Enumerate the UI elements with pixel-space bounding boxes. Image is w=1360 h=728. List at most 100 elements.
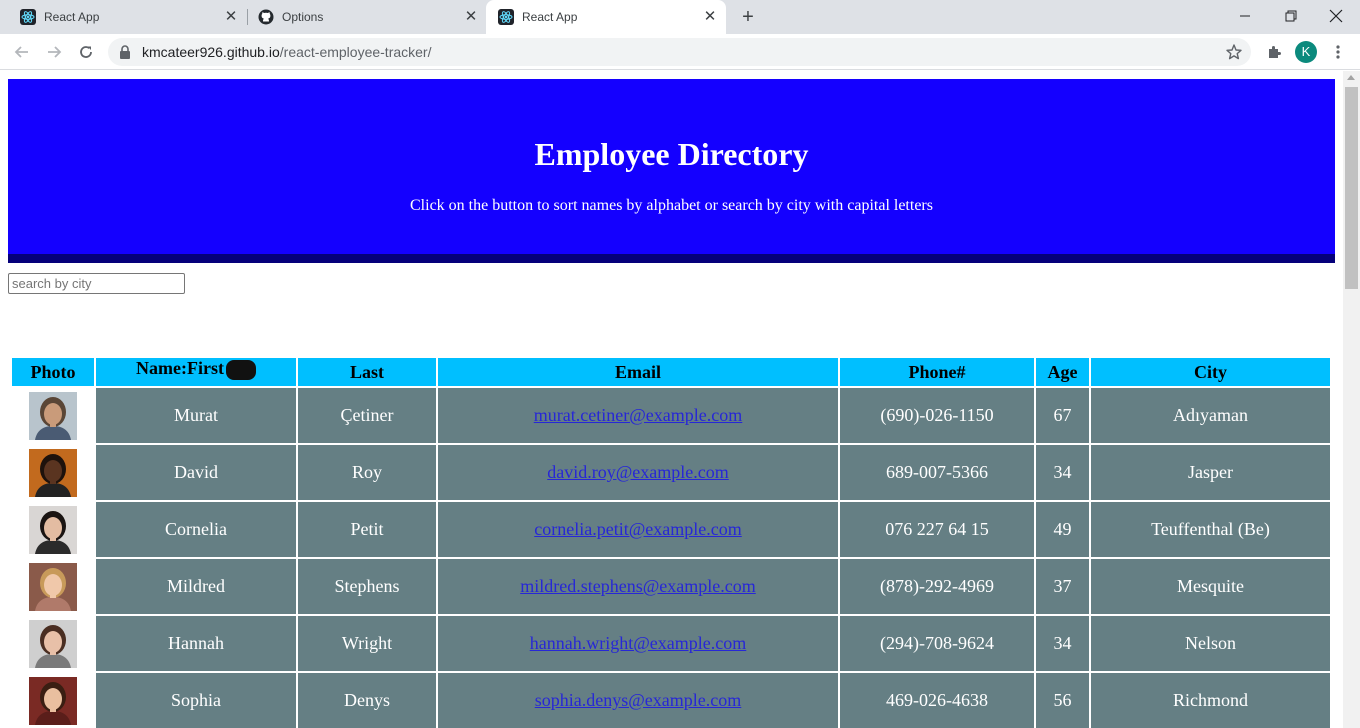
first-name-cell: Mildred: [96, 559, 296, 614]
page-subtitle: Click on the button to sort names by alp…: [410, 197, 933, 214]
lock-icon: [120, 45, 130, 59]
browser-tab-1[interactable]: React App ✕: [8, 0, 245, 34]
phone-cell: (878)-292-4969: [840, 559, 1034, 614]
browser-tab-2[interactable]: Options ✕: [248, 0, 485, 34]
table-row: David Roy david.roy@example.com 689-007-536…: [12, 445, 1330, 500]
age-cell: 67: [1036, 388, 1089, 443]
age-cell: 34: [1036, 445, 1089, 500]
email-link[interactable]: hannah.wright@example.com: [530, 633, 747, 653]
email-cell: david.roy@example.com: [438, 445, 838, 500]
employee-photo: [29, 391, 77, 440]
email-link[interactable]: mildred.stephens@example.com: [520, 576, 756, 596]
menu-kebab-icon[interactable]: [1326, 40, 1350, 64]
table-header-row: Photo Name:First Last Email Phone# Age C…: [12, 358, 1330, 388]
age-cell: 56: [1036, 673, 1089, 728]
city-search-input[interactable]: [8, 273, 185, 294]
sort-by-name-button[interactable]: [225, 360, 256, 388]
back-arrow-icon[interactable]: [10, 40, 34, 64]
close-window-icon[interactable]: [1324, 5, 1348, 27]
header-email: Email: [438, 358, 838, 386]
url-text: kmcateer926.github.io/react-employee-tra…: [142, 44, 431, 60]
phone-cell: (294)-708-9624: [840, 616, 1034, 671]
last-name-cell: Wright: [298, 616, 436, 671]
close-tab-icon[interactable]: ✕: [702, 9, 718, 25]
city-cell: Jasper: [1091, 445, 1330, 500]
extensions-puzzle-icon[interactable]: [1262, 40, 1286, 64]
city-cell: Richmond: [1091, 673, 1330, 728]
age-cell: 37: [1036, 559, 1089, 614]
header-city: City: [1091, 358, 1330, 386]
page-title: Employee Directory: [534, 136, 809, 172]
tab-title: React App: [522, 10, 578, 24]
minimize-window-icon[interactable]: [1233, 5, 1257, 27]
profile-avatar[interactable]: K: [1295, 41, 1317, 63]
reload-icon[interactable]: [74, 40, 98, 64]
first-name-cell: David: [96, 445, 296, 500]
github-icon: [258, 9, 274, 25]
employee-photo: [29, 676, 77, 725]
email-cell: mildred.stephens@example.com: [438, 559, 838, 614]
email-cell: cornelia.petit@example.com: [438, 502, 838, 557]
last-name-cell: Roy: [298, 445, 436, 500]
email-link[interactable]: david.roy@example.com: [547, 462, 729, 482]
browser-tab-3-active[interactable]: React App ✕: [486, 0, 726, 34]
react-icon: [20, 9, 36, 25]
employee-photo: [29, 562, 77, 611]
employee-table-body: Murat Çetiner murat.cetiner@example.com (69…: [12, 388, 1330, 728]
scrollbar-thumb[interactable]: [1345, 87, 1358, 289]
last-name-cell: Petit: [298, 502, 436, 557]
age-cell: 34: [1036, 616, 1089, 671]
page-header-banner: Employee Directory Click on the button t…: [8, 79, 1335, 263]
email-link[interactable]: cornelia.petit@example.com: [534, 519, 742, 539]
phone-cell: (690)-026-1150: [840, 388, 1034, 443]
city-cell: Mesquite: [1091, 559, 1330, 614]
phone-cell: 076 227 64 15: [840, 502, 1034, 557]
tab-title: React App: [44, 10, 100, 24]
employee-photo: [29, 619, 77, 668]
employee-photo: [29, 505, 77, 554]
url-path: /react-employee-tracker/: [279, 44, 432, 60]
photo-cell: [12, 673, 94, 728]
first-name-cell: Hannah: [96, 616, 296, 671]
header-last-name: Last: [298, 358, 436, 386]
first-name-cell: Cornelia: [96, 502, 296, 557]
first-name-cell: Murat: [96, 388, 296, 443]
city-cell: Nelson: [1091, 616, 1330, 671]
table-row: Cornelia Petit cornelia.petit@example.com 0…: [12, 502, 1330, 557]
page-viewport: Employee Directory Click on the button t…: [0, 71, 1343, 728]
last-name-cell: Stephens: [298, 559, 436, 614]
restore-window-icon[interactable]: [1279, 5, 1303, 27]
email-cell: murat.cetiner@example.com: [438, 388, 838, 443]
address-bar[interactable]: kmcateer926.github.io/react-employee-tra…: [108, 38, 1251, 66]
table-row: Murat Çetiner murat.cetiner@example.com (69…: [12, 388, 1330, 443]
header-photo: Photo: [12, 358, 94, 386]
close-tab-icon[interactable]: ✕: [223, 9, 239, 25]
photo-cell: [12, 502, 94, 557]
phone-cell: 689-007-5366: [840, 445, 1034, 500]
tab-title: Options: [282, 10, 324, 24]
email-link[interactable]: sophia.denys@example.com: [535, 690, 742, 710]
table-row: Sophia Denys sophia.denys@example.com 469-0…: [12, 673, 1330, 728]
new-tab-plus-icon[interactable]: +: [737, 6, 759, 28]
forward-arrow-icon[interactable]: [42, 40, 66, 64]
age-cell: 49: [1036, 502, 1089, 557]
phone-cell: 469-026-4638: [840, 673, 1034, 728]
last-name-cell: Denys: [298, 673, 436, 728]
photo-cell: [12, 388, 94, 443]
page-scrollbar[interactable]: [1343, 71, 1360, 728]
browser-tab-strip: React App ✕ Options ✕ React App ✕ +: [0, 0, 1360, 34]
email-link[interactable]: murat.cetiner@example.com: [534, 405, 743, 425]
url-host: kmcateer926.github.io: [142, 44, 280, 60]
city-cell: Adıyaman: [1091, 388, 1330, 443]
browser-toolbar: kmcateer926.github.io/react-employee-tra…: [0, 34, 1360, 70]
photo-cell: [12, 445, 94, 500]
email-cell: hannah.wright@example.com: [438, 616, 838, 671]
bookmark-star-icon[interactable]: [1225, 43, 1243, 61]
email-cell: sophia.denys@example.com: [438, 673, 838, 728]
table-row: Mildred Stephens mildred.stephens@example.…: [12, 559, 1330, 614]
header-first-name-label: Name:First: [136, 358, 224, 378]
close-tab-icon[interactable]: ✕: [463, 9, 479, 25]
photo-cell: [12, 559, 94, 614]
scroll-up-arrow-icon[interactable]: [1347, 75, 1355, 80]
city-cell: Teuffenthal (Be): [1091, 502, 1330, 557]
